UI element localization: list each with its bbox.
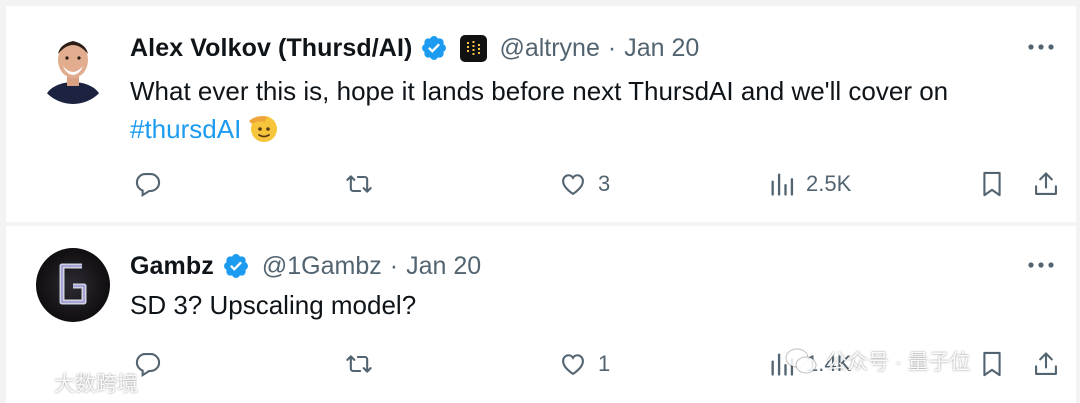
tweet-date[interactable]: Jan 20 [624,34,699,63]
tweet-header: Alex Volkov (Thursd/AI) @altryne · Jan 2… [130,30,1056,66]
heart-icon [558,170,588,198]
bookmark-icon [978,170,1006,198]
reply-icon [134,170,162,198]
more-options-icon[interactable] [1024,250,1058,280]
avatar[interactable] [36,30,110,104]
more-options-icon[interactable] [1024,32,1058,62]
share-icon [1032,350,1060,378]
share-button[interactable] [1032,344,1060,384]
verified-badge-icon[interactable] [222,252,250,280]
tweet-text: SD 3? Upscaling model? [130,286,1036,324]
bookmark-button[interactable] [978,164,1006,204]
tweet-header: Gambz @1Gambz · Jan 20 [130,248,1056,284]
bookmark-button[interactable] [978,344,1006,384]
tweet-text-main: SD 3? Upscaling model? [130,290,417,320]
watermark-logo-icon [8,371,48,395]
watermark-left: 大数跨境 [8,368,138,398]
like-button[interactable]: 1 [558,344,610,384]
view-count: 2.5K [806,171,852,196]
author-name[interactable]: Alex Volkov (Thursd/AI) [130,34,412,63]
tweet-actions: 3 2.5K [130,164,1062,204]
like-count: 3 [598,171,611,196]
verified-badge-icon[interactable] [420,34,448,62]
affiliate-badge-icon[interactable] [460,34,488,62]
repost-button[interactable] [344,164,384,204]
repost-icon [344,170,374,198]
reply-button[interactable] [134,164,172,204]
repost-icon [344,350,374,378]
author-name[interactable]: Gambz [130,252,214,281]
like-button[interactable]: 3 [558,164,610,204]
wechat-icon [784,347,818,375]
like-count: 1 [598,351,611,376]
separator-dot: · [607,33,617,62]
tweet-text-main: What ever this is, hope it lands before … [130,76,949,106]
tweet-thread: Alex Volkov (Thursd/AI) @altryne · Jan 2… [0,0,1080,403]
reply-button[interactable] [134,344,172,384]
repost-button[interactable] [344,344,384,384]
avatar[interactable] [36,248,110,322]
author-handle[interactable]: @1Gambz [262,252,382,281]
share-button[interactable] [1032,164,1060,204]
hashtag-link[interactable]: #thursdAI [130,114,241,144]
tweet-date[interactable]: Jan 20 [406,252,481,281]
analytics-icon [768,170,796,198]
watermark-right: 公众号 · 量子位 [784,346,971,376]
tweet-text: What ever this is, hope it lands before … [130,72,1036,154]
views-button[interactable]: 2.5K [768,164,851,204]
heart-icon [558,350,588,378]
saluting-face-emoji-icon [247,112,279,154]
reply-icon [134,350,162,378]
share-icon [1032,170,1060,198]
author-handle[interactable]: @altryne [499,34,599,63]
watermark-left-text: 大数跨境 [54,373,138,396]
watermark-right-text: 公众号 · 量子位 [826,351,971,374]
tweet[interactable]: Gambz @1Gambz · Jan 20 SD 3? Upscaling m… [6,226,1076,403]
separator-dot: · [389,251,399,280]
bookmark-icon [978,350,1006,378]
tweet[interactable]: Alex Volkov (Thursd/AI) @altryne · Jan 2… [6,6,1076,222]
